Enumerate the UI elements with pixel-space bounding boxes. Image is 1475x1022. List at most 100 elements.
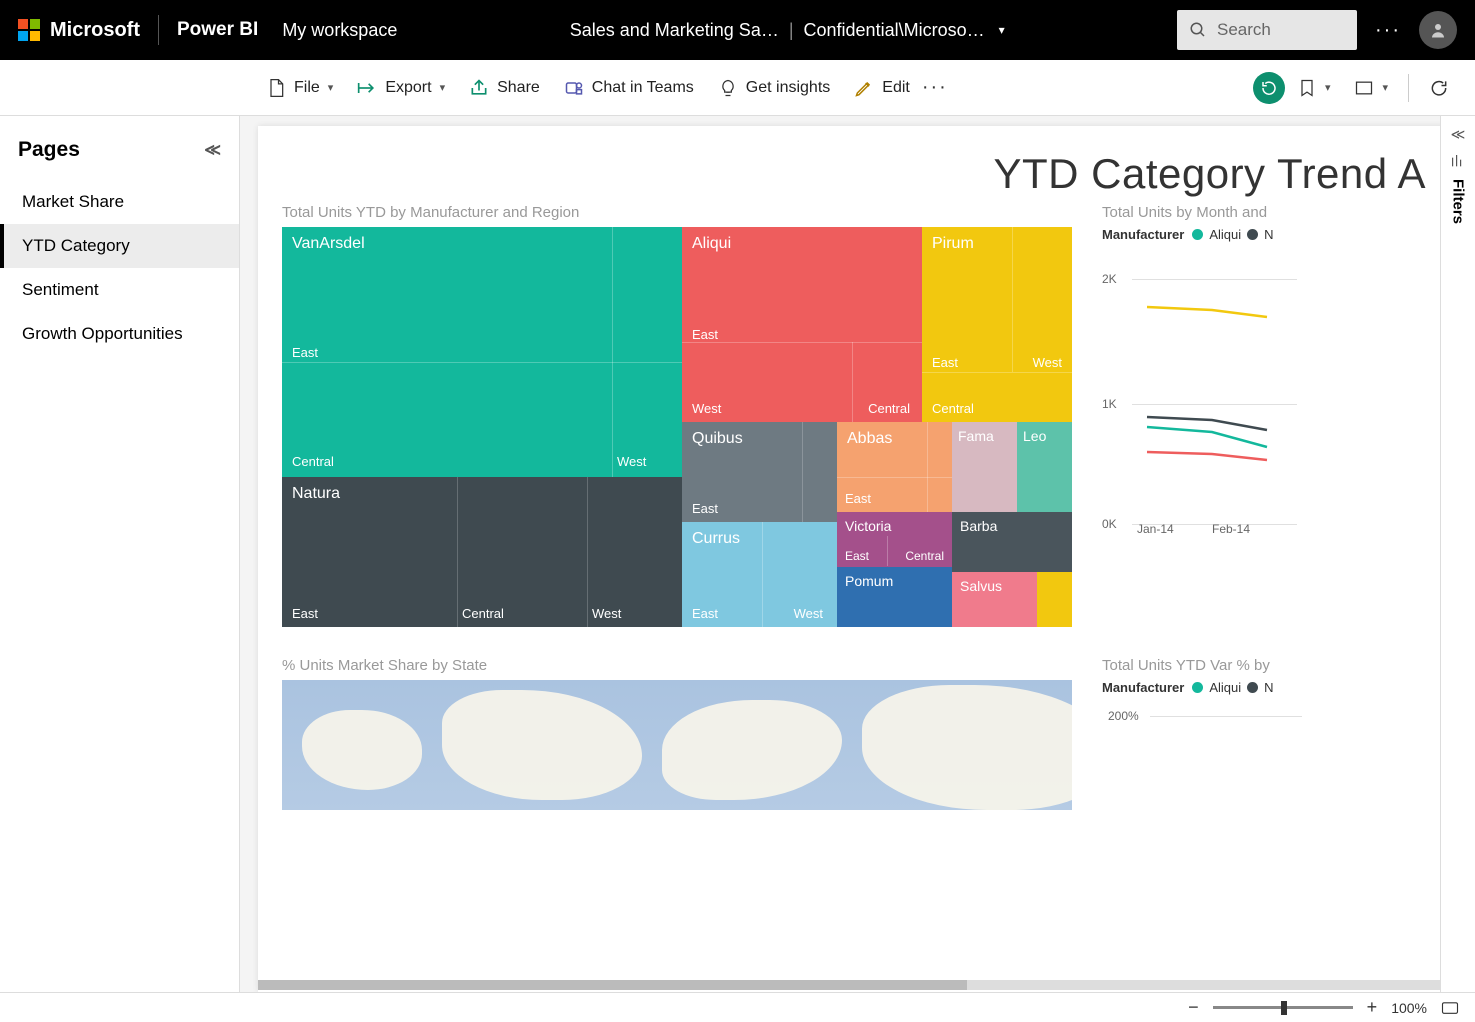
horizontal-scrollbar[interactable]: [258, 980, 1440, 990]
pages-title: Pages: [18, 138, 80, 162]
treemap-visual[interactable]: Total Units YTD by Manufacturer and Regi…: [282, 204, 1072, 627]
chevron-down-icon: ▾: [328, 81, 334, 94]
expand-pane-icon[interactable]: ≪: [1451, 126, 1466, 143]
bookmark-menu[interactable]: ▾: [1285, 72, 1343, 104]
microsoft-logo-icon: [18, 19, 40, 41]
tm-salvus[interactable]: Salvus: [952, 572, 1037, 627]
search-placeholder: Search: [1217, 20, 1271, 40]
insights-label: Get insights: [746, 79, 830, 97]
tm-region: East: [932, 355, 958, 370]
legend-label: Manufacturer: [1102, 680, 1184, 695]
sensitivity-label[interactable]: Confidential\Microso…: [804, 20, 985, 41]
zoom-slider[interactable]: [1213, 1006, 1353, 1009]
x-tick: Feb-14: [1212, 522, 1250, 536]
workspace-breadcrumb[interactable]: My workspace: [282, 20, 397, 41]
chevron-down-icon: ▾: [1382, 81, 1388, 94]
more-options-icon[interactable]: ···: [1375, 19, 1401, 42]
map-body: [282, 680, 1072, 810]
tm-region: Central: [905, 549, 944, 563]
file-label: File: [294, 79, 320, 97]
reset-button[interactable]: [1253, 72, 1285, 104]
chevron-down-icon: ▾: [440, 81, 446, 94]
tm-leo[interactable]: Leo: [1017, 422, 1072, 512]
refresh-button[interactable]: [1417, 72, 1461, 104]
tm-region: West: [592, 606, 621, 621]
tm-label: Pomum: [845, 573, 893, 589]
report-canvas-wrap: YTD Category Trend A Total Units YTD by …: [240, 116, 1440, 992]
view-icon: [1354, 78, 1374, 98]
export-menu[interactable]: Export ▾: [345, 72, 457, 104]
page-item-growth[interactable]: Growth Opportunities: [0, 312, 239, 356]
pages-header: Pages ≪: [0, 130, 239, 180]
fit-page-icon[interactable]: [1441, 1001, 1459, 1015]
global-header: Microsoft Power BI My workspace Sales an…: [0, 0, 1475, 60]
toolbar-more-icon[interactable]: ···: [922, 76, 948, 99]
file-icon: [266, 78, 286, 98]
tm-abbas[interactable]: Abbas East: [837, 422, 952, 512]
status-bar: − + 100%: [0, 992, 1475, 1022]
page-item-market-share[interactable]: Market Share: [0, 180, 239, 224]
tm-natura[interactable]: Natura East Central West: [282, 477, 682, 627]
line-svg: [1102, 252, 1297, 532]
tm-region: East: [845, 549, 869, 563]
page-item-ytd-category[interactable]: YTD Category: [0, 224, 239, 268]
chat-teams-button[interactable]: Chat in Teams: [552, 72, 706, 104]
var-chart-visual[interactable]: Total Units YTD Var % by Manufacturer Al…: [1102, 657, 1302, 810]
legend-item: Aliqui: [1209, 680, 1241, 695]
share-button[interactable]: Share: [457, 72, 552, 104]
line-chart-title: Total Units by Month and: [1102, 204, 1302, 221]
line-chart-visual[interactable]: Total Units by Month and Manufacturer Al…: [1102, 204, 1302, 627]
x-tick: Jan-14: [1137, 522, 1174, 536]
tm-region: East: [692, 606, 718, 621]
var-chart-title: Total Units YTD Var % by: [1102, 657, 1302, 674]
legend-dot-icon: [1192, 682, 1203, 693]
file-menu[interactable]: File ▾: [254, 72, 345, 104]
tm-vanarsdel[interactable]: VanArsdel East Central West: [282, 227, 682, 477]
vis-row-1: Total Units YTD by Manufacturer and Regi…: [282, 204, 1426, 627]
user-avatar[interactable]: [1419, 11, 1457, 49]
vis-row-2: % Units Market Share by State Total Unit…: [282, 627, 1426, 810]
microsoft-label: Microsoft: [50, 19, 140, 42]
search-input[interactable]: Search: [1177, 10, 1357, 50]
tm-label: Currus: [692, 530, 740, 547]
tm-pomum[interactable]: Pomum: [837, 567, 952, 627]
edit-button[interactable]: Edit: [842, 72, 922, 104]
report-name[interactable]: Sales and Marketing Sa…: [570, 20, 779, 41]
tm-barba[interactable]: Barba: [952, 512, 1072, 572]
pages-pane: Pages ≪ Market Share YTD Category Sentim…: [0, 116, 240, 992]
tm-aliqui[interactable]: Aliqui East West Central: [682, 227, 922, 422]
tm-region: East: [692, 501, 718, 516]
report-title: YTD Category Trend A: [282, 150, 1426, 198]
chevron-down-icon[interactable]: ▾: [999, 23, 1005, 37]
pencil-icon: [854, 78, 874, 98]
zoom-out-button[interactable]: −: [1188, 997, 1199, 1018]
reset-icon: [1260, 79, 1278, 97]
map-visual[interactable]: % Units Market Share by State: [282, 657, 1072, 810]
collapse-pane-icon[interactable]: ≪: [204, 140, 221, 160]
tm-fama[interactable]: Fama: [952, 422, 1017, 512]
scrollbar-thumb[interactable]: [258, 980, 967, 990]
tm-quibus[interactable]: Quibus East: [682, 422, 837, 522]
var-legend: Manufacturer Aliqui N: [1102, 680, 1302, 695]
tm-label: VanArsdel: [292, 235, 365, 252]
legend-dot-icon: [1247, 229, 1258, 240]
product-label[interactable]: Power BI: [177, 19, 258, 41]
tm-currus[interactable]: Currus East West: [682, 522, 837, 627]
legend-label: Manufacturer: [1102, 227, 1184, 242]
zoom-thumb[interactable]: [1281, 1001, 1287, 1015]
tm-victoria[interactable]: Victoria East Central: [837, 512, 952, 567]
get-insights-button[interactable]: Get insights: [706, 72, 842, 104]
filters-pane[interactable]: ≪ Filters: [1440, 116, 1475, 992]
edit-label: Edit: [882, 79, 910, 97]
tm-misc[interactable]: [1037, 572, 1072, 627]
microsoft-logo[interactable]: Microsoft: [18, 19, 140, 42]
tm-pirum[interactable]: Pirum East West Central: [922, 227, 1072, 422]
tm-label: Abbas: [847, 430, 892, 447]
share-label: Share: [497, 79, 540, 97]
tm-region: East: [845, 491, 871, 506]
zoom-in-button[interactable]: +: [1367, 997, 1378, 1018]
page-item-sentiment[interactable]: Sentiment: [0, 268, 239, 312]
lightbulb-icon: [718, 78, 738, 98]
view-menu[interactable]: ▾: [1342, 72, 1400, 104]
tm-region: East: [292, 606, 318, 621]
